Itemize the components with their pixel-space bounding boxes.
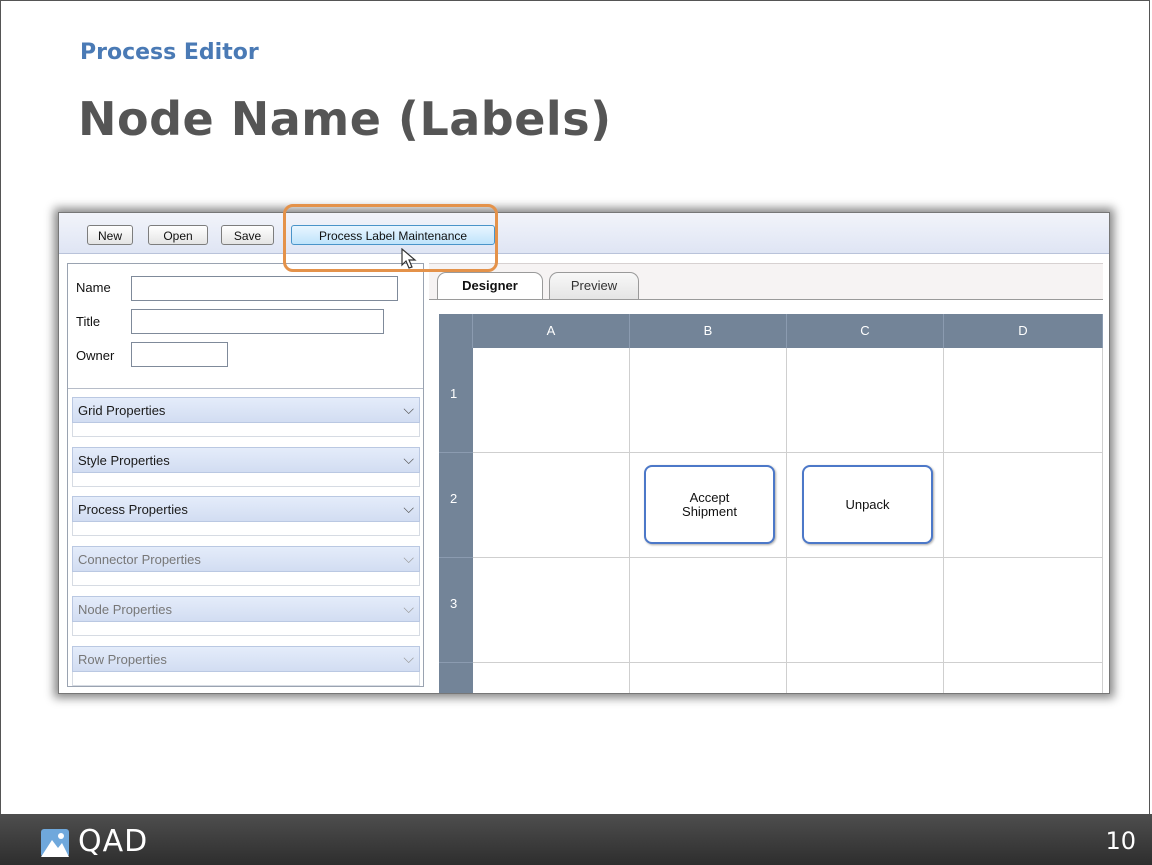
grid-cell[interactable] bbox=[944, 453, 1103, 558]
section-body bbox=[72, 522, 420, 536]
process-editor-window: New Open Save Process Label Maintenance … bbox=[58, 212, 1110, 694]
section-title: Process Editor bbox=[80, 40, 259, 65]
grid-corner bbox=[439, 314, 473, 348]
toolbar: New Open Save Process Label Maintenance bbox=[59, 213, 1109, 254]
node-properties-section: Node Properties ⌵ bbox=[72, 596, 420, 636]
section-header: Connector Properties ⌵ bbox=[72, 546, 420, 572]
grid-cell[interactable] bbox=[630, 558, 787, 663]
chevron-down-icon: ⌵ bbox=[403, 550, 414, 566]
section-body bbox=[72, 622, 420, 636]
grid-cell[interactable] bbox=[473, 663, 630, 693]
section-label: Style Properties bbox=[78, 453, 170, 468]
row-properties-section: Row Properties ⌵ bbox=[72, 646, 420, 686]
qad-logo-icon bbox=[41, 829, 69, 857]
properties-panel: Name Title Owner Grid Properties ⌵ Style… bbox=[67, 263, 424, 687]
section-body bbox=[72, 572, 420, 586]
designer-grid[interactable]: A B C D 1 2 3 Accept Shipment Unpack bbox=[439, 314, 1103, 693]
chevron-down-icon[interactable]: ⌵ bbox=[403, 500, 414, 517]
chevron-down-icon[interactable]: ⌵ bbox=[403, 401, 414, 418]
row-number: 1 bbox=[450, 386, 458, 401]
section-label: Row Properties bbox=[78, 652, 167, 667]
tab-divider bbox=[429, 299, 1103, 300]
save-button[interactable]: Save bbox=[221, 225, 274, 245]
process-node-accept-shipment[interactable]: Accept Shipment bbox=[644, 465, 775, 544]
section-body bbox=[72, 423, 420, 437]
basic-info-group: Name Title Owner bbox=[68, 264, 423, 389]
column-header: C bbox=[787, 314, 944, 348]
grid-cell[interactable] bbox=[473, 558, 630, 663]
slide-title: Node Name (Labels) bbox=[78, 92, 612, 146]
row-number: 2 bbox=[450, 491, 458, 506]
row-header: 3 bbox=[439, 558, 473, 663]
open-button[interactable]: Open bbox=[148, 225, 208, 245]
grid-cell[interactable] bbox=[787, 663, 944, 693]
grid-cell[interactable] bbox=[787, 348, 944, 453]
title-input[interactable] bbox=[131, 309, 384, 334]
tab-designer[interactable]: Designer bbox=[437, 272, 543, 300]
row-header bbox=[439, 663, 473, 693]
grid-cell[interactable] bbox=[787, 558, 944, 663]
grid-cell[interactable] bbox=[630, 348, 787, 453]
section-label: Grid Properties bbox=[78, 403, 166, 418]
column-header: D bbox=[944, 314, 1103, 348]
chevron-down-icon: ⌵ bbox=[403, 600, 414, 616]
grid-cell[interactable] bbox=[473, 453, 630, 558]
owner-input[interactable] bbox=[131, 342, 228, 367]
grid-cell[interactable] bbox=[944, 663, 1103, 693]
row-number: 3 bbox=[450, 596, 458, 611]
section-body bbox=[72, 672, 420, 686]
style-properties-section[interactable]: Style Properties ⌵ bbox=[72, 447, 420, 487]
section-header[interactable]: Grid Properties ⌵ bbox=[72, 397, 420, 423]
process-properties-section[interactable]: Process Properties ⌵ bbox=[72, 496, 420, 536]
section-label: Node Properties bbox=[78, 602, 172, 617]
new-button[interactable]: New bbox=[87, 225, 133, 245]
page-number: 10 bbox=[1105, 827, 1136, 855]
grid-properties-section[interactable]: Grid Properties ⌵ bbox=[72, 397, 420, 437]
connector-properties-section: Connector Properties ⌵ bbox=[72, 546, 420, 586]
section-label: Process Properties bbox=[78, 502, 188, 517]
section-header: Node Properties ⌵ bbox=[72, 596, 420, 622]
section-body bbox=[72, 473, 420, 487]
mouse-pointer-icon bbox=[401, 248, 417, 269]
name-input[interactable] bbox=[131, 276, 398, 301]
tab-bar: Designer Preview bbox=[429, 263, 1103, 300]
grid-cell[interactable] bbox=[944, 558, 1103, 663]
grid-cell[interactable] bbox=[944, 348, 1103, 453]
section-header: Row Properties ⌵ bbox=[72, 646, 420, 672]
grid-cell[interactable] bbox=[630, 663, 787, 693]
grid-cell[interactable] bbox=[473, 348, 630, 453]
name-label: Name bbox=[76, 280, 111, 295]
title-label: Title bbox=[76, 314, 101, 329]
logo-text: QAD bbox=[78, 824, 149, 859]
chevron-down-icon: ⌵ bbox=[403, 650, 414, 666]
row-header: 2 bbox=[439, 453, 473, 558]
column-header: B bbox=[630, 314, 787, 348]
tab-preview[interactable]: Preview bbox=[549, 272, 639, 300]
designer-panel: Designer Preview A B C D 1 2 3 Accept Sh… bbox=[429, 263, 1103, 693]
footer-bar: QAD 10 bbox=[0, 814, 1152, 865]
owner-label: Owner bbox=[76, 348, 115, 363]
row-header: 1 bbox=[439, 348, 473, 453]
section-header[interactable]: Style Properties ⌵ bbox=[72, 447, 420, 473]
process-node-unpack[interactable]: Unpack bbox=[802, 465, 933, 544]
section-label: Connector Properties bbox=[78, 552, 201, 567]
column-header: A bbox=[473, 314, 630, 348]
chevron-down-icon[interactable]: ⌵ bbox=[403, 451, 414, 468]
section-header[interactable]: Process Properties ⌵ bbox=[72, 496, 420, 522]
highlight-callout bbox=[283, 204, 498, 272]
